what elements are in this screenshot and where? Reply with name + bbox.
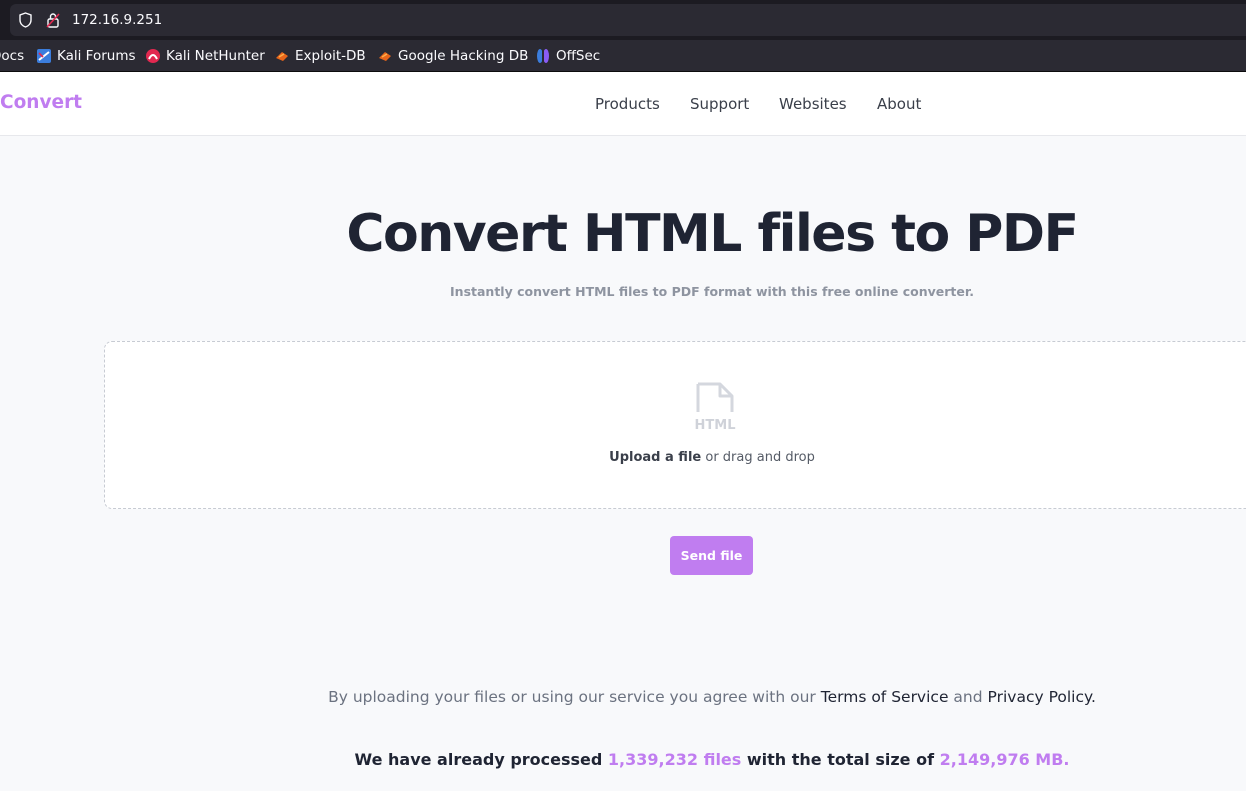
browser-toolbar: 172.16.9.251	[0, 0, 1246, 40]
site-logo[interactable]: Convert	[0, 92, 82, 113]
upload-file-link[interactable]: Upload a file	[609, 450, 701, 465]
bookmark-offsec[interactable]: OffSec	[535, 47, 600, 65]
page-title: Convert HTML files to PDF	[346, 204, 1079, 264]
page-subtitle: Instantly convert HTML files to PDF form…	[450, 284, 974, 299]
url-text[interactable]: 172.16.9.251	[72, 12, 162, 28]
bookmark-label: OffSec	[556, 48, 601, 64]
terms-of-service-link[interactable]: Terms of Service	[821, 688, 949, 706]
bookmark-kali-forums[interactable]: Kali Forums	[36, 47, 136, 65]
send-file-button[interactable]: Send file	[670, 536, 753, 575]
processing-stats: We have already processed 1,339,232 file…	[0, 750, 1246, 769]
google-hacking-db-icon	[379, 52, 391, 61]
logo-text: Convert	[0, 92, 83, 113]
bookmark-docs[interactable]: Docs	[0, 47, 24, 65]
bookmark-label: Kali NetHunter	[166, 48, 265, 64]
bookmark-label: Google Hacking DB	[398, 48, 529, 64]
bookmark-label: Docs	[0, 48, 25, 64]
files-count: 1,339,232 files	[607, 750, 742, 769]
shield-icon[interactable]	[18, 12, 33, 28]
nav-products[interactable]: Products	[595, 95, 660, 113]
address-bar[interactable]	[10, 4, 1246, 36]
terms-and: and	[953, 688, 983, 706]
nav-about[interactable]: About	[877, 95, 921, 113]
total-size: 2,149,976 MB.	[939, 750, 1070, 769]
drag-drop-text: or drag and drop	[705, 450, 815, 465]
file-icon-label: HTML	[695, 418, 736, 432]
bookmark-label: Exploit-DB	[295, 48, 366, 64]
site-header: Convert Products Support Websites About	[0, 72, 1246, 136]
upload-instructions: Upload a file or drag and drop	[105, 450, 1246, 465]
bookmark-kali-nethunter[interactable]: Kali NetHunter	[145, 47, 265, 65]
exploit-db-icon	[276, 52, 288, 61]
file-dropzone[interactable]: HTML Upload a file or drag and drop	[104, 341, 1246, 509]
stats-prefix: We have already processed	[354, 750, 603, 769]
bookmark-label: Kali Forums	[57, 48, 136, 64]
html-file-icon: HTML	[695, 382, 736, 432]
offsec-icon	[537, 49, 549, 63]
terms-prefix: By uploading your files or using our ser…	[328, 688, 816, 706]
kali-forums-icon	[37, 49, 51, 63]
stats-middle: with the total size of	[746, 750, 935, 769]
privacy-policy-link[interactable]: Privacy Policy.	[988, 688, 1096, 706]
nav-websites[interactable]: Websites	[779, 95, 847, 113]
nav-support[interactable]: Support	[690, 95, 749, 113]
kali-nethunter-icon	[146, 49, 160, 63]
bookmarks-bar: Docs Kali Forums Kali NetHunter Exploit-…	[0, 40, 1246, 72]
terms-notice: By uploading your files or using our ser…	[0, 688, 1246, 706]
bookmark-exploit-db[interactable]: Exploit-DB	[274, 47, 366, 65]
insecure-lock-icon[interactable]	[46, 12, 60, 28]
bookmark-google-hacking-db[interactable]: Google Hacking DB	[377, 47, 528, 65]
